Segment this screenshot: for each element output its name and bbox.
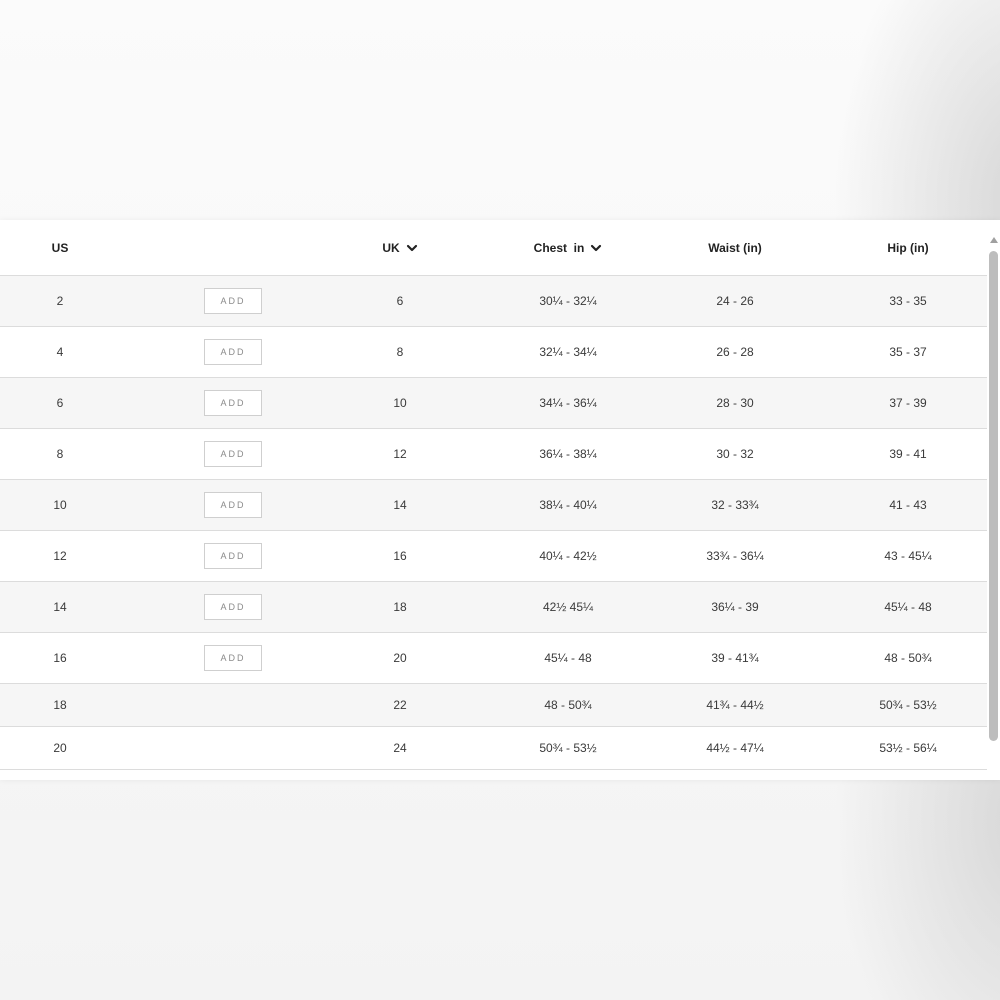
cell-uk: 24 (393, 741, 407, 755)
add-cell: ADD (193, 582, 273, 632)
cell-chest: 34¼ - 36¼ (539, 396, 597, 410)
cell-hip: 50¾ - 53½ (879, 698, 937, 712)
cell-uk: 22 (393, 698, 407, 712)
cell-hip: 35 - 37 (889, 345, 927, 359)
add-cell: ADD (193, 327, 273, 377)
cell-us: 18 (53, 698, 67, 712)
cell-hip: 43 - 45¼ (884, 549, 932, 563)
cell-us: 12 (53, 549, 67, 563)
table-row: 16 ADD 20 45¼ - 48 39 - 41¾ 48 - 50¾ (0, 633, 987, 684)
add-button[interactable]: ADD (204, 390, 262, 416)
cell-hip: 39 - 41 (889, 447, 927, 461)
header-chest[interactable]: Chest in (488, 220, 648, 275)
cell-chest: 38¼ - 40¼ (539, 498, 597, 512)
cell-chest: 48 - 50¾ (544, 698, 592, 712)
cell-chest: 32¼ - 34¼ (539, 345, 597, 359)
table-header-row: US UK Chest in Waist (in) Hip (in) (0, 220, 987, 276)
table-row: 6 ADD 10 34¼ - 36¼ 28 - 30 37 - 39 (0, 378, 987, 429)
cell-chest: 36¼ - 38¼ (539, 447, 597, 461)
add-button[interactable]: ADD (204, 339, 262, 365)
cell-waist: 32 - 33¾ (711, 498, 759, 512)
arrow-up-icon[interactable] (990, 237, 998, 243)
cell-waist: 26 - 28 (716, 345, 754, 359)
table-row: 14 ADD 18 42½ 45¼ 36¼ - 39 45¼ - 48 (0, 582, 987, 633)
cell-waist: 30 - 32 (716, 447, 754, 461)
cell-uk: 10 (393, 396, 407, 410)
add-button[interactable]: ADD (204, 441, 262, 467)
cell-us: 2 (56, 294, 64, 308)
cell-uk: 14 (393, 498, 407, 512)
add-button[interactable]: ADD (204, 492, 262, 518)
cell-chest: 45¼ - 48 (544, 651, 592, 665)
cell-hip: 48 - 50¾ (884, 651, 932, 665)
cell-chest: 50¾ - 53½ (539, 741, 597, 755)
chest-sort-toggle[interactable]: Chest in (534, 241, 603, 255)
table-row: 2 ADD 6 30¼ - 32¼ 24 - 26 33 - 35 (0, 276, 987, 327)
add-button[interactable]: ADD (204, 543, 262, 569)
table-row: 18 22 48 - 50¾ 41¾ - 44½ 50¾ - 53½ (0, 684, 987, 727)
header-chest-label: Chest in (533, 240, 585, 255)
cell-us: 20 (53, 741, 67, 755)
cell-hip: 45¼ - 48 (884, 600, 932, 614)
cell-hip: 53½ - 56¼ (879, 741, 937, 755)
table-row: 12 ADD 16 40¼ - 42½ 33¾ - 36¼ 43 - 45¼ (0, 531, 987, 582)
chevron-down-icon[interactable] (590, 242, 602, 254)
cell-us: 4 (56, 345, 64, 359)
cell-chest: 30¼ - 32¼ (539, 294, 597, 308)
scrollbar-thumb[interactable] (989, 251, 998, 741)
cell-chest: 42½ 45¼ (542, 600, 594, 614)
add-cell: ADD (193, 633, 273, 683)
add-button[interactable]: ADD (204, 645, 262, 671)
vertical-scrollbar[interactable] (987, 220, 1000, 780)
cell-uk: 8 (396, 345, 404, 359)
add-button[interactable]: ADD (204, 594, 262, 620)
cell-us: 6 (56, 396, 64, 410)
cell-us: 10 (53, 498, 67, 512)
header-hip: Hip (in) (887, 240, 929, 255)
cell-waist: 39 - 41¾ (711, 651, 759, 665)
cell-uk: 12 (393, 447, 407, 461)
header-uk-label: UK (382, 240, 400, 255)
table-row: 10 ADD 14 38¼ - 40¼ 32 - 33¾ 41 - 43 (0, 480, 987, 531)
table-row: 20 24 50¾ - 53½ 44½ - 47¼ 53½ - 56¼ (0, 727, 987, 770)
add-cell: ADD (193, 480, 273, 530)
header-uk[interactable]: UK (350, 220, 450, 275)
table-row: 8 ADD 12 36¼ - 38¼ 30 - 32 39 - 41 (0, 429, 987, 480)
cell-uk: 18 (393, 600, 407, 614)
add-cell: ADD (193, 429, 273, 479)
cell-waist: 28 - 30 (716, 396, 754, 410)
size-chart-panel: US UK Chest in Waist (in) Hip (in) 2 ADD… (0, 220, 1000, 780)
cell-chest: 40¼ - 42½ (539, 549, 597, 563)
cell-waist: 44½ - 47¼ (706, 741, 764, 755)
cell-us: 8 (56, 447, 64, 461)
table-row: 4 ADD 8 32¼ - 34¼ 26 - 28 35 - 37 (0, 327, 987, 378)
cell-us: 16 (53, 651, 67, 665)
header-waist: Waist (in) (708, 240, 762, 255)
add-cell: ADD (193, 276, 273, 326)
uk-sort-toggle[interactable]: UK (382, 241, 417, 255)
cell-uk: 20 (393, 651, 407, 665)
add-button[interactable]: ADD (204, 288, 262, 314)
add-cell: ADD (193, 378, 273, 428)
cell-uk: 6 (396, 294, 404, 308)
cell-hip: 33 - 35 (889, 294, 927, 308)
cell-waist: 41¾ - 44½ (706, 698, 764, 712)
cell-waist: 33¾ - 36¼ (706, 549, 764, 563)
cell-hip: 41 - 43 (889, 498, 927, 512)
cell-waist: 24 - 26 (716, 294, 754, 308)
cell-us: 14 (53, 600, 67, 614)
cell-uk: 16 (393, 549, 407, 563)
cell-hip: 37 - 39 (889, 396, 927, 410)
add-cell: ADD (193, 531, 273, 581)
size-chart-table: US UK Chest in Waist (in) Hip (in) 2 ADD… (0, 220, 987, 770)
chevron-down-icon[interactable] (406, 242, 418, 254)
header-us: US (51, 240, 69, 255)
cell-waist: 36¼ - 39 (711, 600, 759, 614)
